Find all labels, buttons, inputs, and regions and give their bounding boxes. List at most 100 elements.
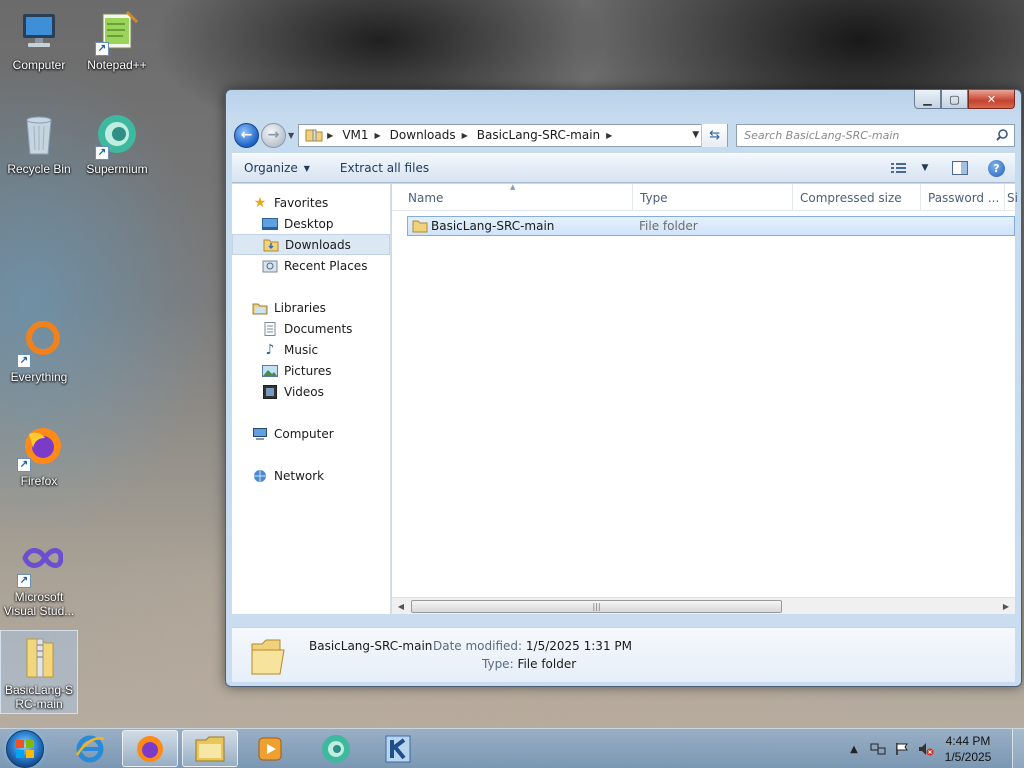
nav-item-desktop[interactable]: Desktop	[232, 213, 390, 234]
nav-item-computer[interactable]: Computer	[232, 423, 390, 444]
maximize-button[interactable]: ▢	[941, 90, 968, 109]
clock[interactable]: 4:44 PM 1/5/2025	[938, 733, 998, 765]
nav-item-libraries[interactable]: Libraries	[232, 297, 390, 318]
scrollbar-thumb[interactable]: |||	[411, 600, 782, 613]
nav-item-favorites[interactable]: ★ Favorites	[232, 192, 390, 213]
organize-button[interactable]: Organize ▼	[232, 161, 322, 175]
desktop-icon-recycle-bin[interactable]: Recycle Bin	[0, 112, 78, 176]
supermium-icon	[322, 734, 350, 763]
horizontal-scrollbar[interactable]: ◀ ||| ▶	[392, 597, 1015, 614]
column-header-password[interactable]: Password ...	[921, 184, 1005, 211]
desktop-icon-label: Notepad++	[87, 58, 147, 72]
breadcrumb-item-downloads[interactable]: Downloads ▶	[390, 128, 477, 142]
forward-button[interactable]: →	[261, 122, 286, 148]
address-dropdown-icon[interactable]: ▼	[692, 130, 699, 140]
chevron-right-icon: ▶	[461, 130, 468, 140]
details-date-modified: Date modified: 1/5/2025 1:31 PM	[433, 639, 632, 653]
column-header-size[interactable]: Si	[1005, 184, 1017, 211]
recent-places-icon	[262, 259, 278, 273]
desktop-icon-label: Microsoft Visual Stud...	[3, 590, 75, 618]
column-header-compressed-size[interactable]: Compressed size	[793, 184, 921, 211]
taskbar-media-player[interactable]	[242, 730, 298, 767]
taskbar-firefox[interactable]	[122, 730, 178, 767]
scroll-left-icon[interactable]: ◀	[394, 600, 408, 613]
taskbar-supermium[interactable]	[308, 730, 364, 767]
nav-item-videos[interactable]: Videos	[232, 381, 390, 402]
shortcut-arrow-icon: ↗	[17, 574, 31, 588]
navigation-pane: ★ Favorites Desktop Downloads Recent Plac…	[232, 184, 391, 614]
view-options-icon[interactable]	[888, 159, 910, 177]
volume-muted-icon[interactable]	[918, 741, 934, 757]
shortcut-arrow-icon: ↗	[95, 42, 109, 56]
taskbar-k-app[interactable]	[370, 730, 426, 767]
window-controls: ▁ ▢ ✕	[914, 90, 1015, 109]
nav-item-downloads[interactable]: Downloads	[232, 234, 390, 255]
desktop-icon-supermium[interactable]: ↗ Supermium	[78, 112, 156, 176]
nav-item-recent-places[interactable]: Recent Places	[232, 255, 390, 276]
column-header-type[interactable]: Type	[633, 184, 793, 211]
desktop-icon-label: BasicLang-SRC-main	[4, 683, 74, 711]
action-center-flag-icon[interactable]	[894, 741, 910, 757]
desktop-icon-everything[interactable]: ↗ Everything	[0, 320, 78, 384]
internet-explorer-icon	[75, 735, 105, 762]
help-icon[interactable]: ?	[988, 159, 1005, 177]
downloads-folder-icon	[263, 238, 279, 252]
search-icon	[996, 128, 1008, 141]
table-row[interactable]: BasicLang-SRC-main File folder	[407, 216, 1015, 236]
k-app-icon	[385, 735, 411, 762]
videos-icon	[262, 384, 278, 399]
star-icon: ★	[253, 194, 267, 211]
column-header-name[interactable]: Name	[401, 184, 633, 211]
start-button[interactable]	[6, 730, 44, 768]
minimize-button[interactable]: ▁	[914, 90, 941, 109]
shortcut-arrow-icon: ↗	[17, 354, 31, 368]
chevron-right-icon: ▶	[327, 130, 334, 140]
clock-time: 4:44 PM	[945, 734, 991, 748]
extract-all-files-button[interactable]: Extract all files	[322, 161, 441, 175]
file-list: ▲ Name Type Compressed size Password ...…	[392, 183, 1017, 614]
desktop-icon-visual-studio[interactable]: ↗ Microsoft Visual Stud...	[0, 540, 78, 618]
nav-item-music[interactable]: ♪ Music	[232, 339, 390, 360]
supermium-icon: ↗	[93, 112, 141, 160]
preview-pane-icon[interactable]	[949, 159, 971, 177]
desktop-icon-firefox[interactable]: ↗ Firefox	[0, 424, 78, 488]
view-dropdown-icon[interactable]: ▼	[920, 159, 930, 177]
search-input[interactable]: Search BasicLang-SRC-main	[736, 123, 1015, 147]
libraries-icon	[252, 301, 268, 315]
chevron-down-icon: ▼	[303, 163, 310, 173]
folder-icon	[250, 636, 286, 676]
show-desktop-button[interactable]	[1012, 729, 1024, 768]
breadcrumb-separator[interactable]: ▶	[327, 131, 342, 140]
refresh-button[interactable]: ⇆	[701, 123, 728, 147]
desktop-icon-computer[interactable]: Computer	[0, 8, 78, 72]
taskbar-internet-explorer[interactable]	[62, 730, 118, 767]
clock-date: 1/5/2025	[944, 750, 992, 764]
taskbar-windows-explorer[interactable]	[182, 730, 238, 767]
recycle-bin-icon	[15, 112, 63, 160]
folder-icon	[195, 736, 225, 761]
folder-icon	[412, 217, 428, 235]
scroll-right-icon[interactable]: ▶	[999, 600, 1013, 613]
chevron-right-icon: ▶	[606, 130, 613, 140]
back-button[interactable]: ←	[234, 122, 259, 148]
address-bar[interactable]: ▶ VM1 ▶ Downloads ▶ BasicLang-SRC-main ▶ ▼ …	[298, 123, 729, 147]
details-type: Type: File folder	[482, 657, 577, 671]
breadcrumb-item-vm1[interactable]: VM1 ▶	[342, 128, 389, 142]
desktop-icon-notepadpp[interactable]: ↗ Notepad++	[78, 8, 156, 72]
recent-pages-dropdown[interactable]: ▼	[288, 131, 294, 140]
close-button[interactable]: ✕	[968, 90, 1015, 109]
shortcut-arrow-icon: ↗	[95, 146, 109, 160]
zip-folder-icon	[15, 633, 63, 681]
show-hidden-icons-icon[interactable]: ▲	[846, 741, 862, 757]
breadcrumb-item-current[interactable]: BasicLang-SRC-main ▶	[477, 128, 622, 142]
everything-search-icon: ↗	[15, 320, 63, 368]
desktop-icon-label: Firefox	[20, 474, 58, 488]
shortcut-arrow-icon: ↗	[17, 458, 31, 472]
nav-item-pictures[interactable]: Pictures	[232, 360, 390, 381]
media-player-icon	[258, 737, 282, 760]
network-icon	[252, 469, 268, 483]
nav-item-documents[interactable]: Documents	[232, 318, 390, 339]
network-status-icon[interactable]	[870, 741, 886, 757]
nav-item-network[interactable]: Network	[232, 465, 390, 486]
desktop-icon-basiclang-zip[interactable]: BasicLang-SRC-main	[0, 630, 78, 714]
